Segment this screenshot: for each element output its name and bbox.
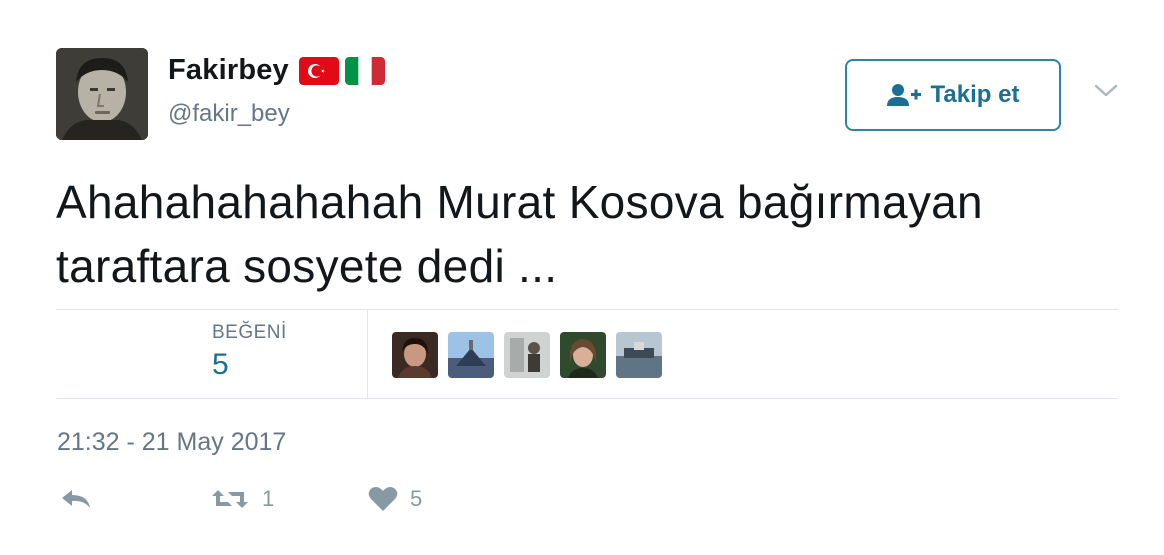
divider-top: [56, 309, 1118, 310]
follow-button[interactable]: Takip et: [845, 59, 1061, 131]
tweet-text: Ahahahahahahah Murat Kosova bağırmayan t…: [56, 176, 983, 292]
avatar[interactable]: [56, 48, 148, 140]
follow-button-label: Takip et: [930, 81, 1020, 108]
user-display-name-row[interactable]: Fakirbey: [168, 54, 385, 87]
likes-stat-value[interactable]: 5: [212, 348, 229, 382]
like-button[interactable]: 5: [368, 486, 422, 512]
liker-avatar[interactable]: [616, 332, 662, 378]
turkey-flag-icon: [298, 56, 339, 85]
reply-button[interactable]: [60, 486, 92, 512]
likes-stat-label[interactable]: BEĞENİ: [212, 322, 287, 344]
retweet-button[interactable]: 1: [210, 486, 274, 512]
chevron-down-icon[interactable]: [1092, 80, 1120, 100]
user-handle[interactable]: @fakir_bey: [168, 100, 290, 128]
italy-flag-icon: [344, 56, 385, 85]
like-count: 5: [410, 486, 423, 511]
avatar-image: [56, 48, 148, 140]
retweet-count: 1: [262, 486, 275, 511]
tweet-timestamp[interactable]: 21:32 - 21 May 2017: [57, 428, 286, 457]
liker-avatar[interactable]: [448, 332, 494, 378]
user-display-name[interactable]: Fakirbey: [168, 54, 289, 87]
flags: [298, 56, 385, 85]
reply-icon: [62, 490, 90, 508]
stats-divider: [367, 310, 368, 398]
liker-avatar[interactable]: [504, 332, 550, 378]
retweet-icon: [212, 490, 248, 508]
divider-bottom: [56, 398, 1118, 399]
liker-avatar[interactable]: [560, 332, 606, 378]
likers-avatars: [392, 332, 662, 378]
add-user-icon: [886, 84, 921, 106]
liker-avatar[interactable]: [392, 332, 438, 378]
heart-icon: [368, 487, 398, 511]
